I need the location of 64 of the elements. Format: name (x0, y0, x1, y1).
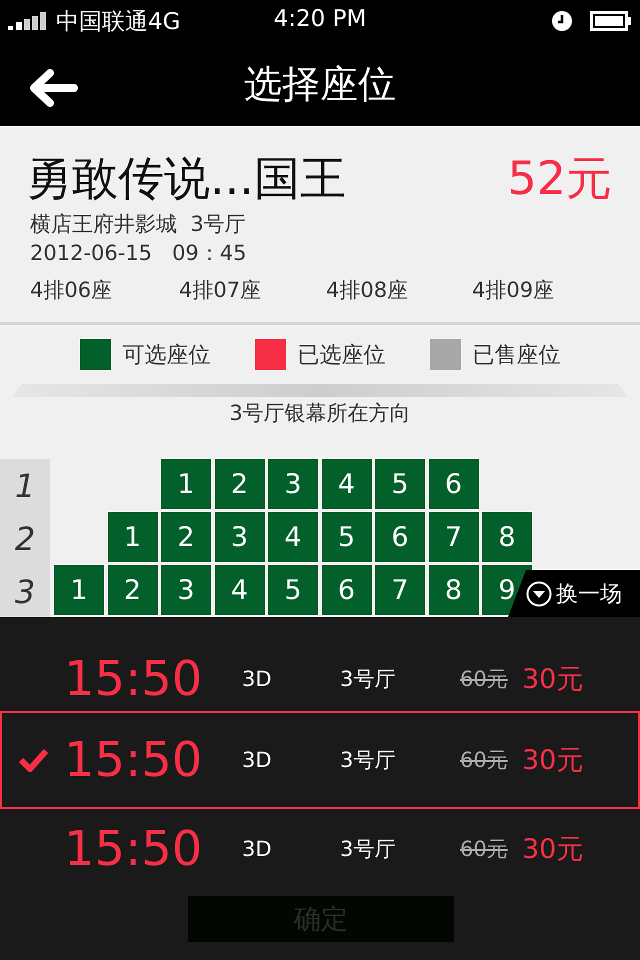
page-title: 选择座位 (244, 60, 396, 108)
hall-name: 3号厅 (340, 667, 396, 691)
discount-price: 30元 (522, 834, 584, 865)
cinema-name: 横店王府井影城 3号厅 (30, 212, 246, 236)
show-format: 3D (242, 748, 272, 772)
seat[interactable]: 1 (161, 459, 211, 509)
show-time: 15:50 (64, 732, 202, 788)
seat[interactable]: 6 (428, 459, 478, 509)
seat[interactable]: 2 (214, 459, 264, 509)
discount-price: 30元 (522, 745, 584, 776)
show-format: 3D (242, 667, 272, 691)
seat[interactable]: 6 (375, 512, 425, 562)
show-datetime: 2012-06-15 09：45 (30, 241, 247, 265)
seat[interactable]: 7 (428, 512, 478, 562)
seat[interactable]: 8 (428, 565, 478, 615)
carrier-name: 中国联通4G (56, 8, 180, 36)
hall-name: 3号厅 (340, 837, 396, 861)
seat[interactable]: 5 (268, 565, 318, 615)
seat[interactable]: 4 (322, 459, 372, 509)
seat[interactable]: 1 (54, 565, 104, 615)
seat[interactable]: 8 (482, 512, 532, 562)
legend-label: 已选座位 (298, 342, 386, 370)
chosen-seat: 4排07座 (179, 278, 262, 302)
show-time: 15:50 (64, 651, 202, 707)
showtime-row[interactable]: 15:50 3D 3号厅 60元 30元 (0, 649, 640, 705)
showtime-row[interactable]: 15:50 3D 3号厅 60元 30元 (0, 819, 640, 875)
legend-label: 已售座位 (472, 342, 560, 370)
total-price: 52元 (507, 150, 612, 207)
original-price: 60元 (460, 837, 508, 861)
show-format: 3D (242, 837, 272, 861)
seat[interactable]: 4 (268, 512, 318, 562)
seat[interactable]: 2 (108, 565, 158, 615)
seat[interactable]: 6 (322, 565, 372, 615)
chosen-seat: 4排06座 (30, 278, 112, 302)
hall-name: 3号厅 (340, 748, 396, 772)
row-number: 1 (0, 459, 50, 512)
legend-label: 可选座位 (122, 342, 210, 370)
seat[interactable]: 5 (322, 512, 372, 562)
battery-icon (590, 11, 632, 31)
show-time: 15:50 (64, 821, 202, 877)
seat[interactable]: 3 (161, 565, 211, 615)
row-number: 2 (0, 512, 50, 565)
dropdown-circle-icon (526, 580, 552, 606)
seat[interactable]: 1 (108, 512, 158, 562)
original-price: 60元 (460, 748, 508, 772)
seat[interactable]: 3 (214, 512, 264, 562)
seat[interactable]: 5 (375, 459, 425, 509)
row-number: 3 (0, 565, 50, 618)
seat[interactable]: 7 (375, 565, 425, 615)
check-icon (18, 748, 48, 772)
clock-icon (552, 11, 572, 31)
clock-time: 4:20 PM (274, 6, 366, 32)
screen-caption: 3号厅银幕所在方向 (229, 401, 411, 425)
original-price: 60元 (460, 667, 508, 691)
chosen-seat: 4排09座 (472, 278, 554, 302)
back-arrow-icon[interactable] (28, 68, 78, 108)
seat[interactable]: 3 (268, 459, 318, 509)
seat[interactable]: 4 (214, 565, 264, 615)
seat[interactable]: 2 (161, 512, 211, 562)
movie-title: 勇敢传说...国王 (26, 150, 346, 207)
signal-icon (8, 12, 48, 30)
showtime-row[interactable]: 15:50 3D 3号厅 60元 30元 (0, 711, 640, 809)
discount-price: 30元 (522, 664, 584, 695)
chosen-seat: 4排08座 (326, 278, 408, 302)
